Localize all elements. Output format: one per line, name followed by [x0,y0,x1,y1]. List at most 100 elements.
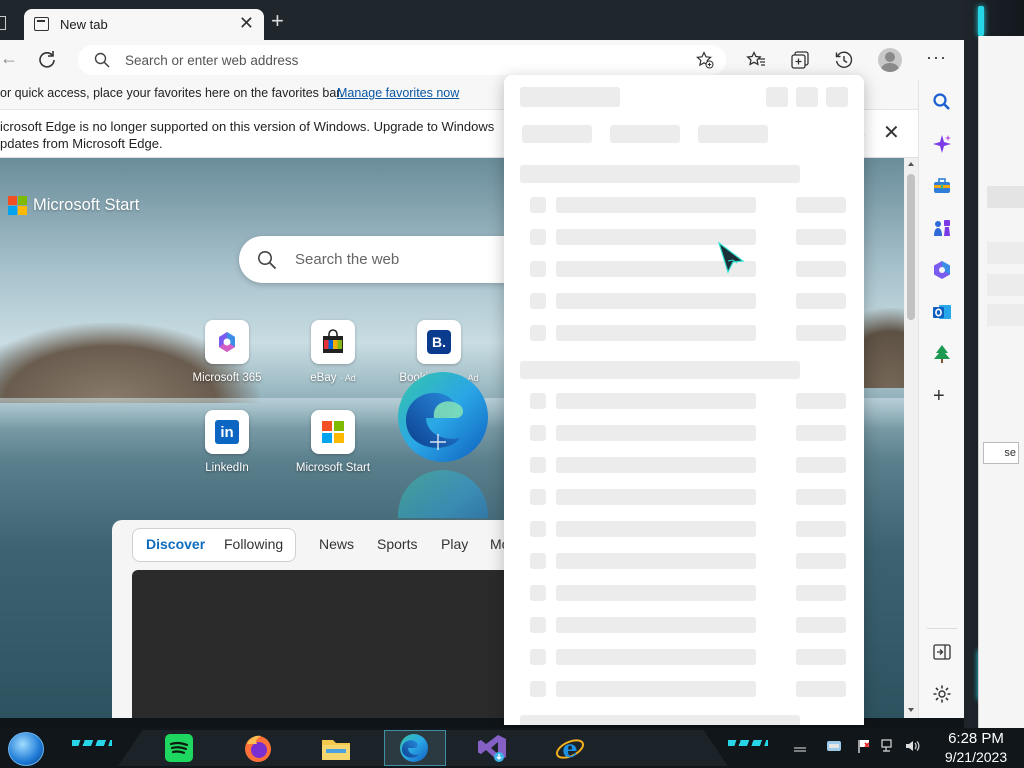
skeleton-favorite-meta [796,489,846,505]
taskbar-glow-decoration [728,740,768,746]
system-clock[interactable]: 6:28 PM 9/21/2023 [936,729,1016,766]
skeleton-favorite-meta [796,425,846,441]
scroll-down-arrow-icon[interactable] [908,708,914,712]
skeleton-favorite-meta [796,585,846,601]
skeleton-favorite-meta [796,553,846,569]
search-icon[interactable] [932,92,952,112]
web-search-box[interactable]: Search the web [239,236,539,283]
internet-explorer-icon[interactable]: e [554,732,586,764]
copilot-sparkle-icon[interactable] [932,134,952,154]
drop-tree-icon[interactable] [932,344,952,364]
outlook-icon[interactable] [932,302,952,322]
manage-favorites-link[interactable]: Manage favorites now [337,86,459,100]
quick-link-label: Microsoft 365 [192,372,262,384]
action-center-flag-icon[interactable] [856,738,872,754]
back-arrow-icon[interactable]: ← [0,48,18,69]
hide-sidebar-icon[interactable] [932,642,952,662]
favorites-flyout-loading [504,75,864,725]
microsoft-365-icon [219,332,235,352]
quick-link-ebay[interactable]: eBay · Ad [288,320,378,384]
search-icon [258,251,277,270]
skeleton-favicon [530,393,546,409]
taskbar-glow-decoration [72,740,112,746]
skeleton-favicon [530,521,546,537]
infobar-message-line2: pdates from Microsoft Edge. [0,136,163,151]
edge-logo-reflection [398,470,488,518]
skeleton-favorite-meta [796,521,846,537]
scroll-up-arrow-icon[interactable] [908,162,914,166]
skeleton-favorite-meta [796,617,846,633]
volume-icon[interactable] [904,738,920,754]
new-tab-page-icon [34,17,49,31]
file-explorer-icon[interactable] [320,732,352,764]
background-app-button[interactable]: se [983,442,1019,464]
skeleton-section-header [520,715,800,725]
favorites-icon[interactable] [746,50,766,70]
background-app-window: se [978,36,1024,736]
tab-new-tab[interactable]: New tab ✕ [24,9,264,40]
skeleton-favorite-meta [796,457,846,473]
firefox-icon[interactable] [242,732,274,764]
skeleton-favorite-title [556,649,756,665]
skeleton-section-header [520,165,800,183]
skeleton-tab [698,125,768,143]
skeleton-tab [522,125,592,143]
edge-icon[interactable] [398,732,430,764]
cloud-sync-icon[interactable] [826,738,842,754]
tab-news[interactable]: News [319,536,354,552]
skeleton-favorite-title [556,585,756,601]
tab-discover[interactable]: Discover [146,536,205,552]
skeleton-favorite-title [556,489,756,505]
history-icon[interactable] [834,50,854,70]
skeleton-favicon [530,489,546,505]
edge-logo-icon[interactable] [396,370,490,464]
games-chess-icon[interactable] [932,218,952,238]
skeleton-favorite-title [556,197,756,213]
quick-link-linkedin[interactable]: in LinkedIn [182,410,272,474]
skeleton-favicon [530,617,546,633]
profile-avatar[interactable] [878,48,902,72]
quick-link-label: Microsoft Start [295,462,371,474]
refresh-icon[interactable] [37,49,57,69]
clock-date: 9/21/2023 [944,749,1008,765]
edge-sidebar: + [918,80,964,718]
scrollbar-thumb[interactable] [907,174,915,320]
spotify-icon[interactable] [163,732,195,764]
add-favorite-star-icon[interactable] [696,51,714,69]
skeleton-favorite-title [556,617,756,633]
sidebar-settings-gear-icon[interactable] [932,684,952,704]
quick-link-microsoft-365[interactable]: Microsoft 365 [182,320,272,384]
microsoft-start-brand[interactable]: Microsoft Start [33,196,139,215]
address-bar[interactable]: Search or enter web address [78,45,726,75]
skeleton-tab [610,125,680,143]
page-scrollbar[interactable] [904,158,918,718]
visual-studio-icon[interactable] [476,732,508,764]
skeleton-favorite-meta [796,229,846,245]
new-tab-button[interactable]: + [271,10,284,32]
tools-briefcase-icon[interactable] [932,176,952,196]
quick-link-microsoft-start[interactable]: Microsoft Start [288,410,378,474]
tab-close-button[interactable]: ✕ [239,14,254,32]
skeleton-favorite-meta [796,261,846,277]
show-hidden-icons-icon[interactable] [792,738,808,754]
tab-following[interactable]: Following [224,536,283,552]
infobar-close-button[interactable]: ✕ [883,123,900,143]
tab-sports[interactable]: Sports [377,536,417,552]
microsoft-365-icon[interactable] [932,260,952,280]
add-sidebar-app-button[interactable]: + [933,386,945,406]
workspaces-icon[interactable] [0,16,6,30]
feed-card[interactable] [132,570,532,718]
collections-icon[interactable] [790,50,810,70]
skeleton-favorite-title [556,393,756,409]
skeleton-favicon [530,585,546,601]
skeleton-favorite-title [556,521,756,537]
skeleton-favicon [530,325,546,341]
settings-and-more-button[interactable]: ··· [926,48,947,66]
network-icon[interactable] [880,738,896,754]
start-button[interactable] [8,732,44,766]
skeleton-favicon [530,261,546,277]
tab-play[interactable]: Play [441,536,468,552]
web-search-placeholder: Search the web [295,251,400,268]
skeleton-favorite-meta [796,393,846,409]
infobar-message-line1: icrosoft Edge is no longer supported on … [0,119,495,134]
